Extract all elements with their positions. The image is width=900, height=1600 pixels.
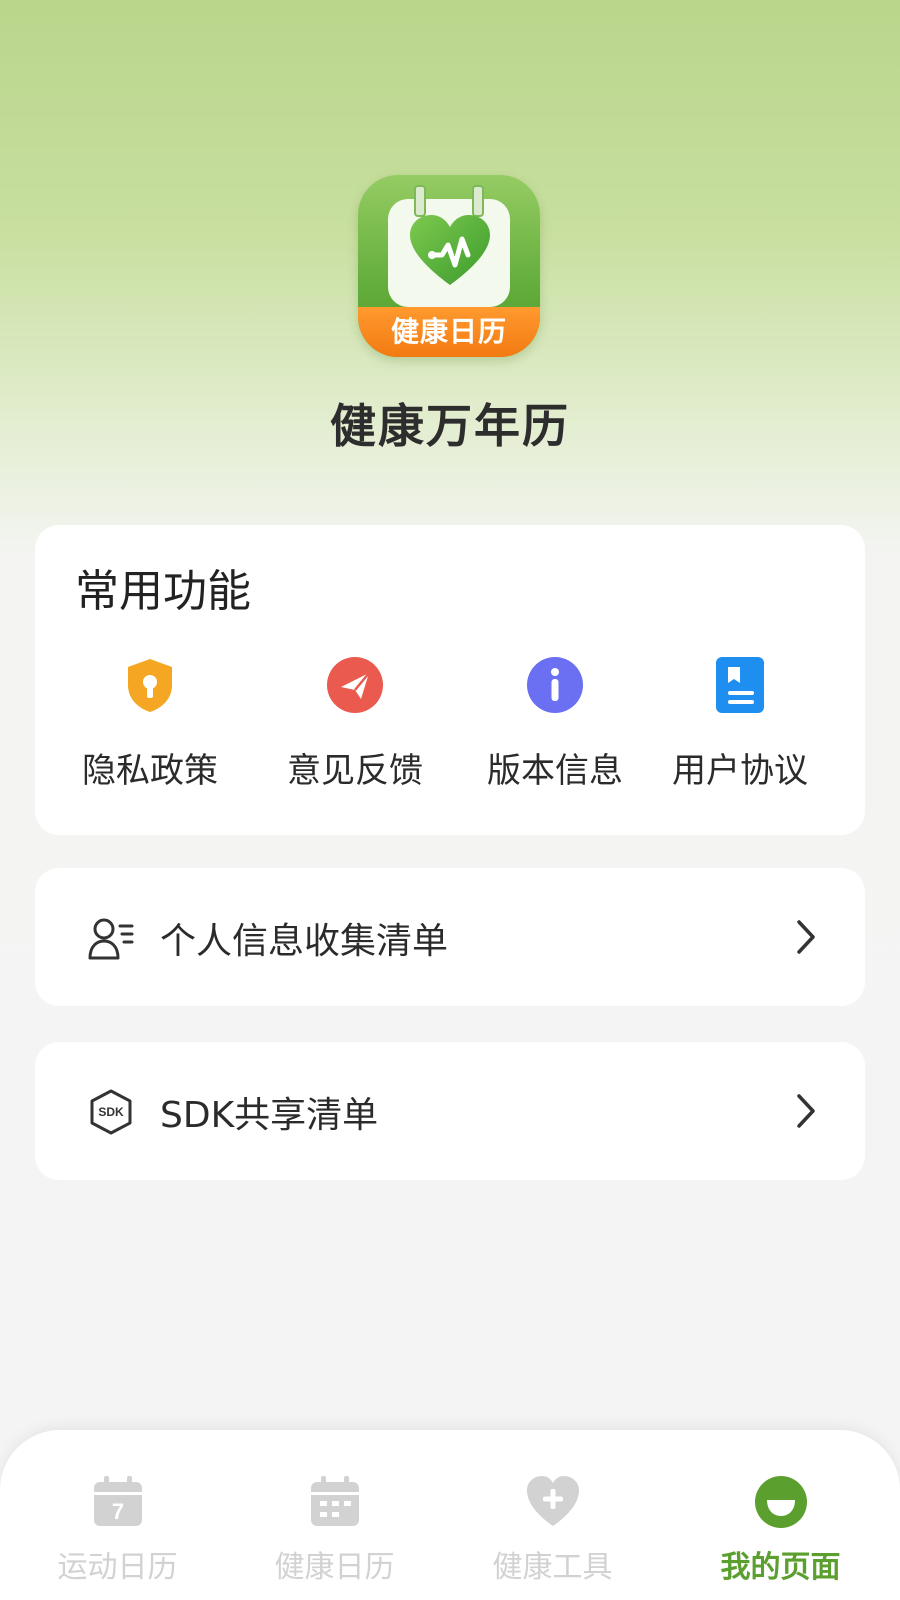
shield-lock-icon <box>128 659 172 712</box>
sdk-hexagon-icon: SDK <box>90 1089 132 1135</box>
row-label: 个人信息收集清单 <box>160 921 449 962</box>
calendar-7-icon: 7 <box>94 1476 142 1526</box>
tab-label: 健康日历 <box>274 1550 395 1585</box>
user-list-icon <box>88 918 134 960</box>
heart-pulse-icon <box>410 215 490 285</box>
version-info-button[interactable]: 版本信息 <box>460 655 650 795</box>
section-title: 常用功能 <box>75 566 251 617</box>
calendar-ring-right <box>472 185 484 217</box>
sdk-list-row[interactable]: SDK SDK共享清单 <box>35 1042 865 1180</box>
paper-plane-icon <box>327 657 383 713</box>
tab-sport-calendar[interactable]: 7 运动日历 <box>5 1430 230 1600</box>
chevron-right-icon <box>797 920 815 954</box>
svg-text:7: 7 <box>112 1499 124 1524</box>
tab-my-page[interactable]: 我的页面 <box>668 1430 893 1600</box>
document-icon <box>716 657 764 713</box>
calendar-ring-left <box>414 185 426 217</box>
tab-label: 运动日历 <box>57 1550 178 1585</box>
logo-banner-text: 健康日历 <box>358 307 540 357</box>
bottom-tab-bar: 7 运动日历 健康日历 健康工具 我的页面 <box>0 1430 900 1600</box>
func-label: 用户协议 <box>672 751 808 791</box>
tab-health-calendar[interactable]: 健康日历 <box>222 1430 447 1600</box>
row-label: SDK共享清单 <box>160 1095 379 1136</box>
func-label: 隐私政策 <box>82 751 218 791</box>
info-icon <box>527 657 583 713</box>
user-agreement-button[interactable]: 用户协议 <box>645 655 835 795</box>
app-header: 健康日历 健康万年历 <box>0 0 900 500</box>
func-label: 版本信息 <box>487 751 623 791</box>
tab-label: 健康工具 <box>492 1550 613 1585</box>
func-label: 意见反馈 <box>287 751 423 791</box>
app-name: 健康万年历 <box>330 399 570 453</box>
smile-icon <box>755 1476 807 1528</box>
common-functions-card: 常用功能 隐私政策 意见反馈 版本信息 用户协议 <box>35 525 865 835</box>
calendar-grid-icon <box>311 1476 359 1526</box>
privacy-policy-button[interactable]: 隐私政策 <box>55 655 245 795</box>
tab-health-tools[interactable]: 健康工具 <box>440 1430 665 1600</box>
heart-plus-icon <box>527 1476 579 1526</box>
personal-info-list-row[interactable]: 个人信息收集清单 <box>35 868 865 1006</box>
app-logo: 健康日历 <box>358 175 540 357</box>
tab-label: 我的页面 <box>720 1550 841 1585</box>
feedback-button[interactable]: 意见反馈 <box>260 655 450 795</box>
chevron-right-icon <box>797 1094 815 1128</box>
sdk-icon-text: SDK <box>98 1105 124 1119</box>
